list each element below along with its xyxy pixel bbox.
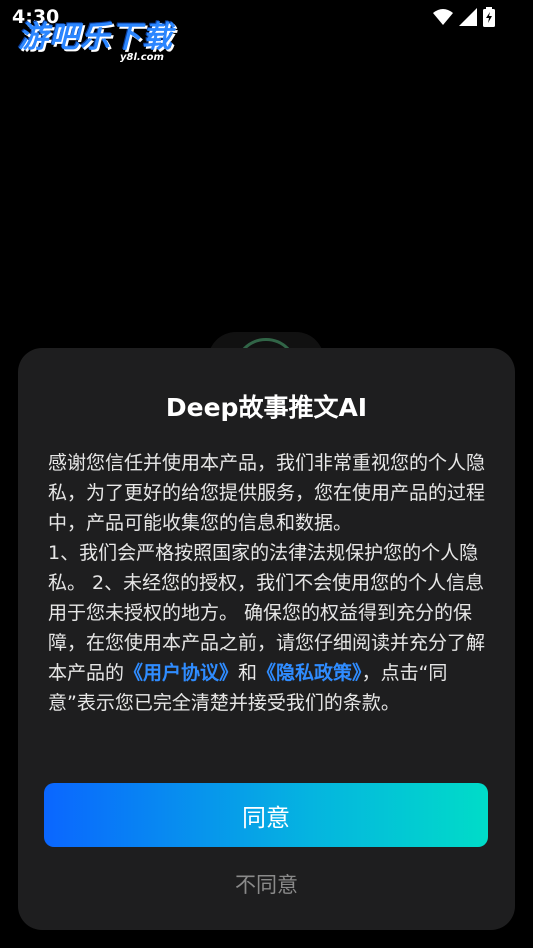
- privacy-dialog: Deep故事推文AI 感谢您信任并使用本产品，我们非常重视您的个人隐私，为了更好…: [18, 348, 515, 930]
- dialog-title: Deep故事推文AI: [165, 393, 368, 422]
- battery-charging-icon: [483, 7, 495, 27]
- agree-button[interactable]: 同意: [44, 783, 488, 847]
- disagree-button[interactable]: 不同意: [18, 866, 515, 902]
- watermark-main-text: 游吧乐下载: [18, 20, 173, 55]
- dialog-paragraph-intro: 感谢您信任并使用本产品，我们非常重视您的个人隐私，为了更好的给您提供服务，您在使…: [48, 452, 486, 534]
- privacy-policy-link[interactable]: 《隐私政策》: [257, 662, 362, 684]
- dialog-paragraph-terms: 1、我们会严格按照国家的法律法规保护您的个人隐私。 2、未经您的授权，我们不会使…: [48, 538, 488, 718]
- watermark-sub-text: y8l.com: [120, 52, 164, 63]
- status-icons: [433, 7, 495, 27]
- watermark-logo: 游吧乐下载 y8l.com: [18, 20, 188, 68]
- wifi-icon: [433, 8, 453, 26]
- and-text: 和: [238, 662, 258, 684]
- cellular-signal-icon: [459, 8, 477, 26]
- dialog-body: 感谢您信任并使用本产品，我们非常重视您的个人隐私，为了更好的给您提供服务，您在使…: [48, 448, 488, 718]
- user-agreement-link[interactable]: 《用户协议》: [124, 662, 238, 684]
